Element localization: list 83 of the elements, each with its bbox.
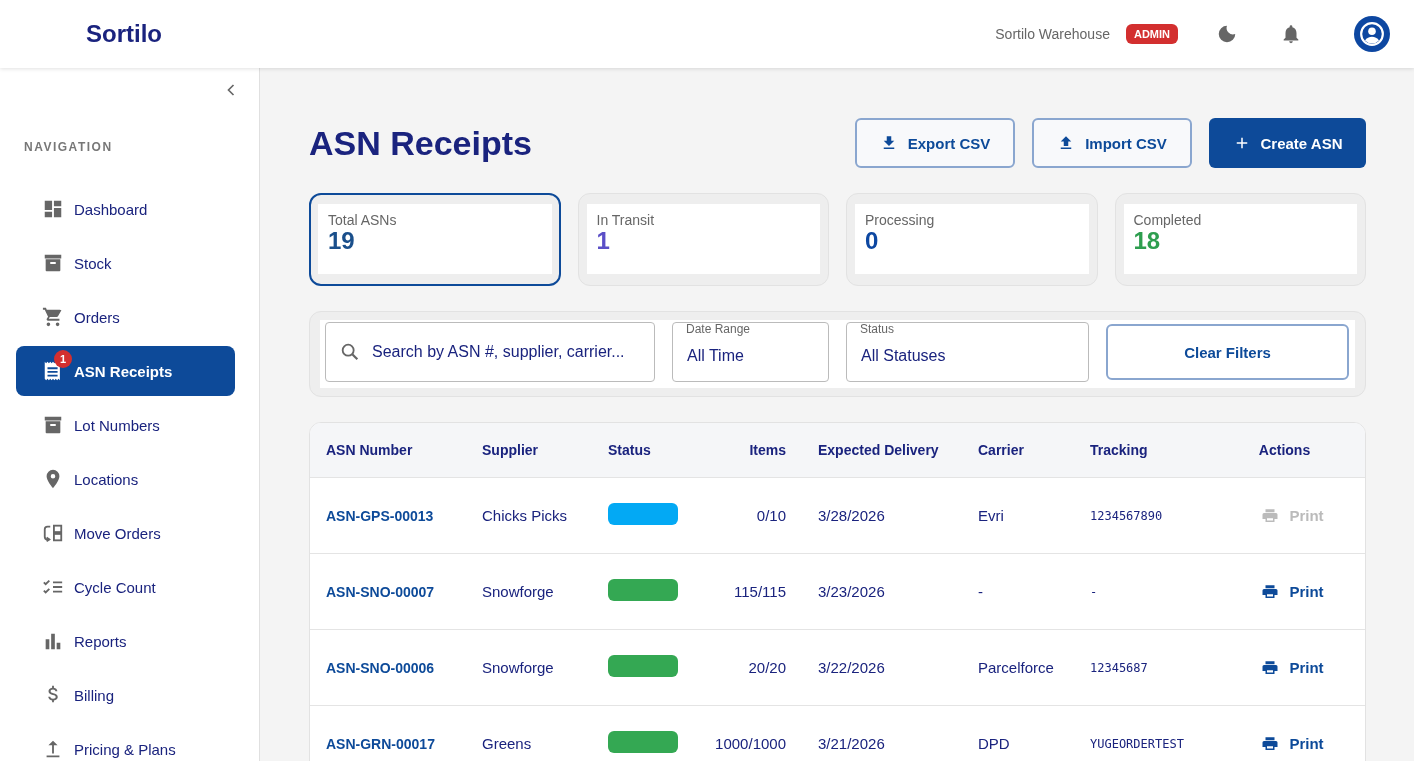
table-cell-text: 12345687 [1089,660,1149,675]
column-header: Actions [1257,442,1312,458]
export-button[interactable]: Export CSV [855,118,1015,168]
role-badge: ADMIN [1125,24,1178,44]
printer-icon [1261,582,1280,601]
column-header: Status [607,442,652,458]
stat-value: 1 [596,228,611,255]
table-cell-text: 3/22/2026 [817,659,886,676]
nav-item[interactable]: Dashboard [16,184,235,234]
nav-item[interactable]: Lot Numbers [16,400,235,450]
table-cell-text: 3/23/2026 [817,583,886,600]
status-select[interactable]: Status All Statuses [846,322,1089,382]
column-header: Carrier [977,442,1025,458]
asn-link[interactable]: ASN-GPS-00013 [310,507,466,524]
table-cell-text: 1000/1000 [714,735,787,752]
table-cell-text: 3/21/2026 [817,735,886,752]
table-cell-text: Greens [481,735,533,752]
stat-value: 0 [865,228,879,255]
table-cell-text: Snowforge [481,583,555,600]
stat-label: Total ASNs [328,212,398,228]
nav-item[interactable]: Locations [16,454,235,504]
table-cell-text: Evri [977,507,1005,524]
stat-value: 18 [1133,228,1161,255]
print-button[interactable]: Print [1261,734,1324,753]
stat-label: Completed [1133,212,1203,228]
print-button[interactable]: Print [1261,658,1324,677]
import-button[interactable]: Import CSV [1032,118,1192,168]
nav-icon [42,252,64,274]
nav-item[interactable]: Billing [16,670,235,720]
nav-item[interactable]: ASN Receipts 1 [16,346,235,396]
app-logo: Sortilo [86,20,163,48]
asn-link[interactable]: ASN-SNO-00006 [310,659,466,676]
user-avatar[interactable] [1354,16,1390,52]
stat-card[interactable]: Total ASNs 19 [309,193,561,286]
search-icon [339,341,361,363]
asn-link[interactable]: ASN-SNO-00007 [310,583,466,600]
nav-icon [42,198,64,220]
table-cell-text: Parcelforce [977,659,1055,676]
table-cell-text: - [1089,584,1099,599]
stat-card[interactable]: Processing 0 [846,193,1098,286]
stat-label: In Transit [596,212,656,228]
table-cell-text: 3/28/2026 [817,507,886,524]
table-cell-text: DPD [977,735,1011,752]
column-header: Items [748,442,787,458]
date-range-select[interactable]: Date Range All Time [672,322,829,382]
nav-item[interactable]: Stock [16,238,235,288]
table-cell-text: Snowforge [481,659,555,676]
printer-icon [1261,658,1280,677]
clear-filters-button[interactable]: Clear Filters [1106,324,1349,380]
nav-item[interactable]: Orders [16,292,235,342]
stat-value: 19 [328,228,356,255]
printer-icon [1261,734,1280,753]
column-header: Tracking [1089,442,1149,458]
table-cell-text: 0/10 [755,507,787,524]
warehouse-name: Sortilo Warehouse [995,26,1110,42]
search-field[interactable]: Search by ASN #, supplier, carrier... [325,322,655,382]
nav-item[interactable]: Move Orders [16,508,235,558]
table-cell-text: 1234567890 [1089,508,1164,523]
count-badge: 1 [54,350,72,368]
column-header: ASN Number [325,442,414,458]
moon-icon[interactable] [1216,23,1238,45]
stat-label: Processing [865,212,936,228]
page-title: ASN Receipts [309,123,533,163]
stat-card[interactable]: Completed 18 [1114,193,1366,286]
section-label: NAVIGATION [24,140,113,154]
column-header: Expected Delivery [817,442,940,458]
create-button[interactable]: Create ASN [1209,118,1366,168]
table-cell-text: 115/115 [733,583,787,600]
print-button[interactable]: Print [1261,582,1324,601]
table-cell-text: 20/20 [747,659,787,676]
table-cell-text: Chicks Picks [481,507,568,524]
table-cell-text: YUGEORDERTEST [1089,736,1185,751]
asn-link[interactable]: ASN-GRN-00017 [310,735,466,752]
column-header: Supplier [481,442,539,458]
nav-item[interactable]: Reports [16,616,235,666]
nav-icon [42,306,64,328]
table-cell-text: - [977,583,984,600]
stat-card[interactable]: In Transit 1 [577,193,829,286]
nav-icon [42,522,64,544]
printer-icon [1261,506,1280,525]
nav-icon [42,414,64,436]
nav-item[interactable]: Cycle Count [16,562,235,612]
nav-item[interactable]: Pricing & Plans [16,724,235,761]
